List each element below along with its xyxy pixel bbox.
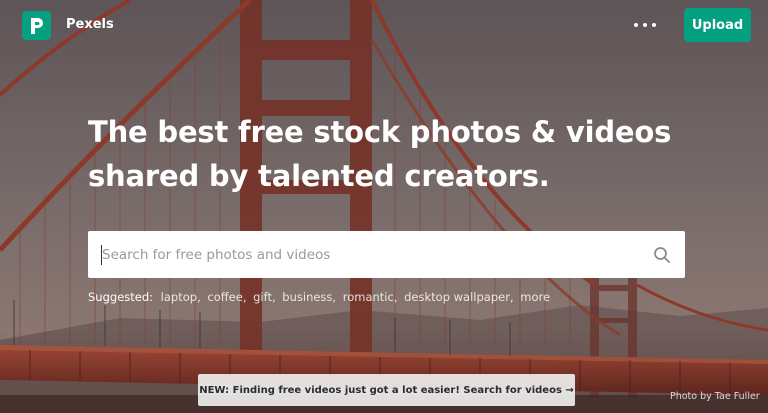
search-icon[interactable] [653, 246, 671, 264]
suggested-tag-coffee[interactable]: coffee [207, 290, 242, 304]
photo-overlay [0, 0, 768, 413]
dot [652, 23, 656, 27]
suggested-tag-gift[interactable]: gift [253, 290, 272, 304]
suggested-tag-business[interactable]: business [282, 290, 332, 304]
logo-p-icon [30, 17, 43, 34]
suggested-label: Suggested: [88, 290, 154, 304]
dot [643, 23, 647, 27]
search-bar[interactable] [88, 231, 685, 278]
more-dots-icon[interactable] [634, 16, 656, 34]
hero-section: Pexels Upload The best free stock photos… [0, 0, 768, 413]
suggested-searches: Suggested: laptop, coffee, gift, busines… [88, 290, 551, 304]
suggested-tag-laptop[interactable]: laptop [161, 290, 197, 304]
headline-line-2: shared by talented creators. [88, 159, 550, 193]
dot [634, 23, 638, 27]
suggested-tag-more[interactable]: more [520, 290, 550, 304]
upload-button[interactable]: Upload [684, 8, 751, 42]
pexels-logo[interactable] [22, 11, 51, 40]
brand-name[interactable]: Pexels [66, 17, 114, 32]
text-caret [101, 245, 102, 265]
search-input[interactable] [102, 231, 642, 278]
video-search-banner[interactable]: NEW: Finding free videos just got a lot … [198, 374, 575, 406]
hero-headline: The best free stock photos & videos shar… [88, 110, 688, 198]
photo-credit[interactable]: Photo by Tae Fuller [670, 391, 760, 402]
suggested-tag-romantic[interactable]: romantic [343, 290, 394, 304]
suggested-tag-desktop-wallpaper[interactable]: desktop wallpaper [404, 290, 510, 304]
headline-line-1: The best free stock photos & videos [88, 115, 672, 149]
